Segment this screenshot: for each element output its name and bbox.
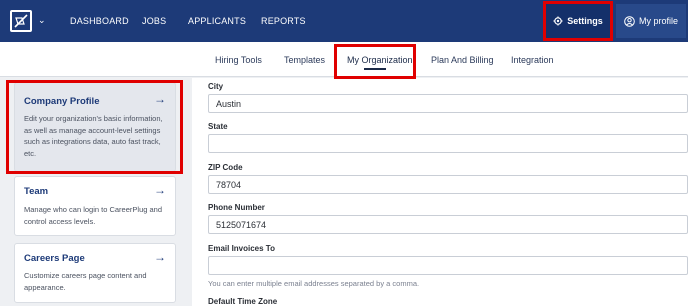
arrow-right-icon: → xyxy=(154,92,166,106)
my-profile-label: My profile xyxy=(638,16,678,26)
card-description: Customize careers page content and appea… xyxy=(24,271,147,292)
state-field[interactable] xyxy=(208,134,688,153)
card-team[interactable]: Team → Manage who can login to CareerPlu… xyxy=(14,176,176,236)
arrow-right-icon: → xyxy=(154,250,166,264)
card-careers-page[interactable]: Careers Page → Customize careers page co… xyxy=(14,243,176,303)
user-circle-icon xyxy=(624,15,635,27)
default-time-zone-label: Default Time Zone xyxy=(208,297,278,306)
tab-templates[interactable]: Templates xyxy=(284,55,325,65)
email-invoices-field[interactable] xyxy=(208,256,688,275)
nav-reports[interactable]: REPORTS xyxy=(261,16,306,26)
active-tab-indicator xyxy=(364,68,386,70)
careerplug-logo-icon[interactable] xyxy=(10,10,32,32)
tab-integration[interactable]: Integration xyxy=(511,55,554,65)
card-title: Team xyxy=(24,186,49,197)
nav-dashboard[interactable]: DASHBOARD xyxy=(70,16,129,26)
card-title: Careers Page xyxy=(24,253,85,264)
card-description: Edit your organization's basic informati… xyxy=(24,114,163,158)
tab-hiring-tools[interactable]: Hiring Tools xyxy=(215,55,262,65)
card-company-profile[interactable]: Company Profile → Edit your organization… xyxy=(14,82,176,172)
city-label: City xyxy=(208,82,224,91)
my-profile-button[interactable]: My profile xyxy=(616,4,686,38)
state-label: State xyxy=(208,122,228,131)
tab-my-organization[interactable]: My Organization xyxy=(347,55,413,65)
tab-plan-and-billing[interactable]: Plan And Billing xyxy=(431,55,494,65)
arrow-right-icon: → xyxy=(154,183,166,197)
email-invoices-hint: You can enter multiple email addresses s… xyxy=(208,279,420,288)
zip-code-field[interactable]: 78704 xyxy=(208,175,688,194)
city-field[interactable]: Austin xyxy=(208,94,688,113)
chevron-down-icon[interactable]: ⌄ xyxy=(38,15,46,26)
settings-button[interactable]: Settings xyxy=(546,4,610,38)
nav-applicants[interactable]: APPLICANTS xyxy=(188,16,246,26)
card-title: Company Profile xyxy=(24,96,100,107)
card-description: Manage who can login to CareerPlug and c… xyxy=(24,205,163,226)
settings-subtabs: Hiring Tools Templates My Organization P… xyxy=(0,42,688,77)
nav-jobs[interactable]: JOBS xyxy=(142,16,166,26)
email-invoices-label: Email Invoices To xyxy=(208,244,275,253)
phone-number-field[interactable]: 5125071674 xyxy=(208,215,688,234)
phone-number-label: Phone Number xyxy=(208,203,265,212)
zip-code-label: ZIP Code xyxy=(208,163,243,172)
top-navigation-bar: ⌄ DASHBOARD JOBS APPLICANTS REPORTS Sett… xyxy=(0,0,688,42)
gear-icon xyxy=(553,16,563,26)
settings-label: Settings xyxy=(567,16,603,26)
